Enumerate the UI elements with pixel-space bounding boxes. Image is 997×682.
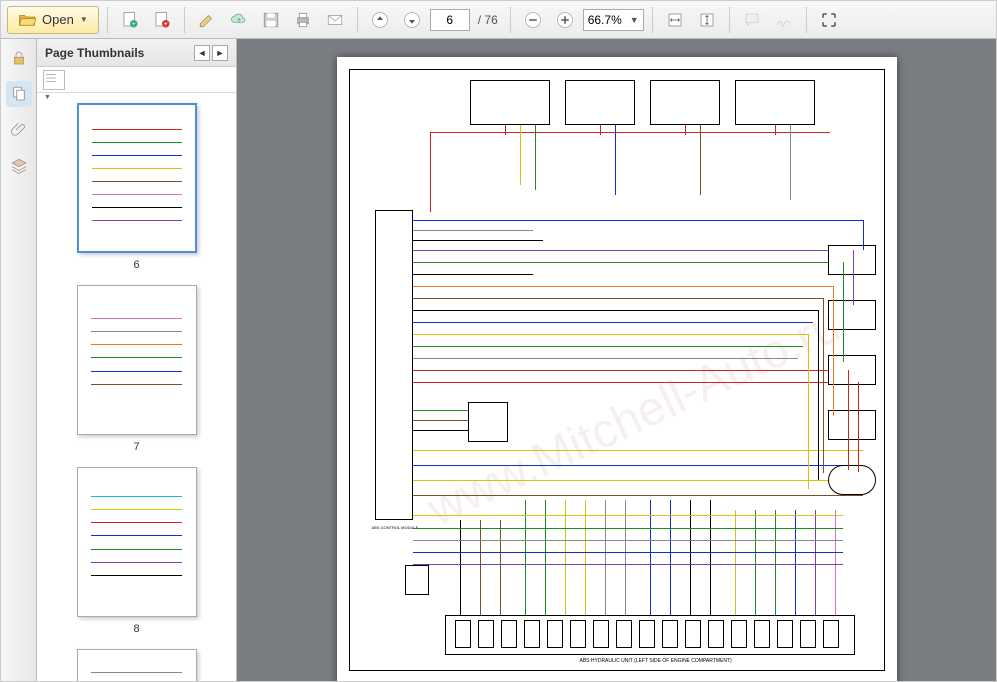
thumbnail-item[interactable]: 8 xyxy=(45,467,228,635)
thumbnail-page-number: 6 xyxy=(45,259,228,271)
create-pdf-button[interactable]: + xyxy=(116,6,144,34)
thumbnails-tab[interactable] xyxy=(6,81,32,107)
lock-icon xyxy=(10,49,28,67)
pdf-create-icon: + xyxy=(121,11,139,29)
expand-icon xyxy=(820,11,838,29)
printer-icon xyxy=(294,11,312,29)
thumbnail-header: Page Thumbnails ◄ ► xyxy=(37,39,236,67)
edit-button[interactable] xyxy=(193,6,221,34)
print-button[interactable] xyxy=(289,6,317,34)
speech-bubble-icon xyxy=(743,11,761,29)
thumb-next-button[interactable]: ► xyxy=(212,45,228,61)
app-window: Open ▼ + / 76 66.7% ▼ xyxy=(0,0,997,682)
abs-module-label: ABS CONTROL MODULE xyxy=(372,525,419,530)
attachments-tab[interactable] xyxy=(6,117,32,143)
main-toolbar: Open ▼ + / 76 66.7% ▼ xyxy=(1,1,996,39)
cloud-button[interactable] xyxy=(225,6,253,34)
pdf-export-icon xyxy=(153,11,171,29)
zoom-dropdown[interactable]: 66.7% ▼ xyxy=(583,9,644,31)
pages-icon xyxy=(10,85,28,103)
zoom-value-label: 66.7% xyxy=(588,13,622,27)
thumbnail-item[interactable]: 6 xyxy=(45,103,228,271)
email-button[interactable] xyxy=(321,6,349,34)
wiring-diagram: www.Mitchell-Auto.ru xyxy=(349,69,885,671)
document-canvas[interactable]: www.Mitchell-Auto.ru xyxy=(237,39,996,681)
fit-width-icon xyxy=(666,11,684,29)
thumbnail-page-number: 7 xyxy=(45,441,228,453)
zoom-out-button[interactable] xyxy=(519,6,547,34)
page-number-input[interactable] xyxy=(430,9,470,31)
zoom-in-button[interactable] xyxy=(551,6,579,34)
envelope-icon xyxy=(326,11,344,29)
thumbnail-panel: Page Thumbnails ◄ ► ▼ xyxy=(37,39,237,681)
folder-open-icon xyxy=(18,11,36,29)
arrow-down-icon xyxy=(403,11,421,29)
main-area: Page Thumbnails ◄ ► ▼ xyxy=(1,39,996,681)
thumbnail-list[interactable]: 6 7 xyxy=(37,93,236,681)
paperclip-icon xyxy=(10,121,28,139)
floppy-icon xyxy=(262,11,280,29)
fullscreen-button[interactable] xyxy=(815,6,843,34)
plus-circle-icon xyxy=(556,11,574,29)
list-icon xyxy=(44,71,58,85)
cloud-up-icon xyxy=(230,11,248,29)
layers-tab[interactable] xyxy=(6,153,32,179)
thumb-options-button[interactable]: ▼ xyxy=(43,70,65,90)
lock-button[interactable] xyxy=(6,45,32,71)
thumb-prev-button[interactable]: ◄ xyxy=(194,45,210,61)
thumbnail-title: Page Thumbnails xyxy=(45,46,144,60)
minus-circle-icon xyxy=(524,11,542,29)
thumbnail-item[interactable]: 7 xyxy=(45,285,228,453)
thumbnail-page-number: 8 xyxy=(45,623,228,635)
fit-width-button[interactable] xyxy=(661,6,689,34)
left-icon-bar xyxy=(1,39,37,681)
layers-icon xyxy=(10,157,28,175)
document-page: www.Mitchell-Auto.ru xyxy=(337,57,897,681)
page-up-button[interactable] xyxy=(366,6,394,34)
signature-icon xyxy=(775,11,793,29)
export-pdf-button[interactable] xyxy=(148,6,176,34)
comment-button[interactable] xyxy=(738,6,766,34)
fit-page-icon xyxy=(698,11,716,29)
page-down-button[interactable] xyxy=(398,6,426,34)
pencil-icon xyxy=(198,11,216,29)
hydraulic-unit-label: ABS HYDRAULIC UNIT (LEFT SIDE OF ENGINE … xyxy=(580,658,732,664)
sign-button[interactable] xyxy=(770,6,798,34)
chevron-down-icon: ▼ xyxy=(630,15,639,25)
svg-text:+: + xyxy=(132,21,136,28)
page-total-label: / 76 xyxy=(474,13,502,27)
thumbnail-tools: ▼ xyxy=(37,67,236,93)
thumbnail-item[interactable] xyxy=(45,649,228,681)
open-button-label: Open xyxy=(42,12,74,27)
fit-page-button[interactable] xyxy=(693,6,721,34)
chevron-down-icon: ▼ xyxy=(80,15,88,24)
arrow-up-icon xyxy=(371,11,389,29)
open-button[interactable]: Open ▼ xyxy=(7,6,99,34)
save-button[interactable] xyxy=(257,6,285,34)
